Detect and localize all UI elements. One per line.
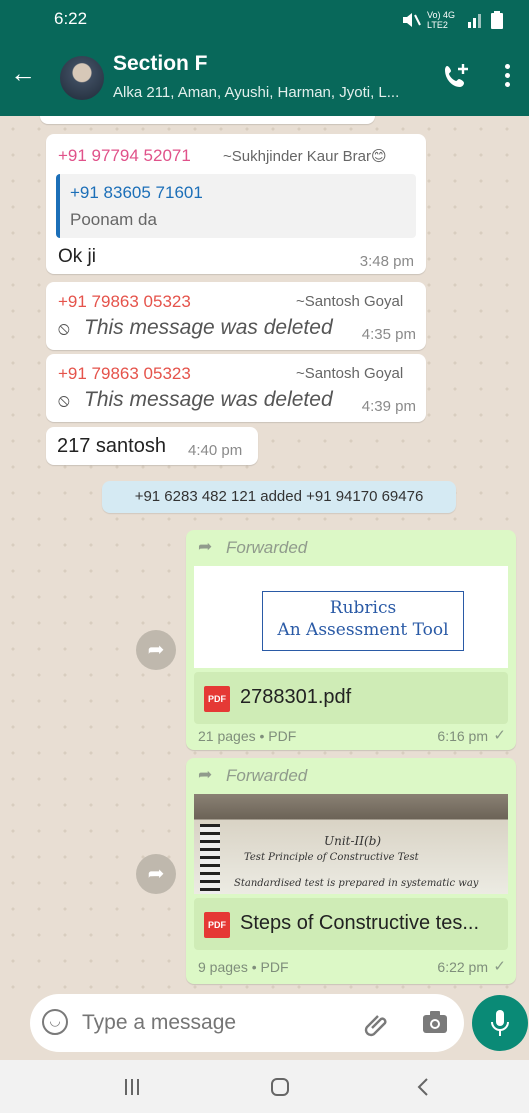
single-tick-icon: ✓ — [493, 958, 506, 975]
message-input[interactable] — [82, 1007, 332, 1039]
preview-heading: Unit-II(b) — [324, 834, 382, 848]
message-bubble[interactable]: +91 97794 52071 ~Sukhjinder Kaur Brar😊 +… — [46, 134, 426, 274]
deleted-icon: ⦸ — [58, 318, 70, 338]
deleted-message-text: This message was deleted — [84, 316, 333, 339]
quoted-message[interactable]: +91 83605 71601 Poonam da — [56, 174, 416, 238]
more-options-icon[interactable] — [505, 64, 511, 88]
preview-subtitle: An Assessment Tool — [277, 620, 449, 640]
notebook-spiral — [200, 824, 220, 894]
deleted-icon: ⦸ — [58, 390, 70, 410]
sender-number[interactable]: +91 79863 05323 — [58, 364, 191, 384]
group-participants[interactable]: Alka 211, Aman, Ayushi, Harman, Jyoti, L… — [113, 84, 399, 101]
sender-number[interactable]: +91 97794 52071 — [58, 146, 191, 166]
back-arrow-icon[interactable]: ← — [10, 60, 36, 86]
document-file-row[interactable]: PDF 2788301.pdf — [194, 672, 508, 724]
message-bubble[interactable]: 217 santosh 4:40 pm — [46, 427, 258, 465]
camera-icon[interactable] — [422, 1010, 448, 1034]
document-message[interactable]: ➦ Forwarded Unit-II(b) Test Principle of… — [186, 758, 516, 984]
single-tick-icon: ✓ — [493, 727, 506, 744]
document-preview[interactable]: Rubrics An Assessment Tool — [194, 566, 508, 668]
status-time: 6:22 — [54, 9, 88, 28]
partial-message — [40, 116, 375, 124]
document-info: 9 pages • PDF — [198, 959, 289, 975]
document-file-row[interactable]: PDF Steps of Constructive tes... — [194, 898, 508, 950]
back-icon[interactable] — [416, 1077, 430, 1097]
message-time: 6:22 pm — [437, 959, 488, 975]
system-nav-bar — [0, 1060, 529, 1113]
share-icon[interactable]: ➦ — [136, 630, 176, 670]
document-message[interactable]: ➦ Forwarded Rubrics An Assessment Tool P… — [186, 530, 516, 750]
sender-name: ~Sukhjinder Kaur Brar😊 — [223, 148, 387, 165]
group-avatar[interactable] — [60, 56, 104, 100]
message-time: 6:16 pm — [437, 728, 488, 744]
message-text: 217 santosh — [57, 435, 166, 457]
message-text: Ok ji — [58, 246, 96, 267]
group-title[interactable]: Section F — [113, 52, 208, 76]
pdf-icon: PDF — [204, 686, 230, 712]
quote-text: Poonam da — [70, 210, 157, 229]
status-bar: 6:22 Vo) 4G LTE2 — [0, 0, 529, 38]
preview-line-2: Standardised test is prepared in systema… — [234, 878, 479, 889]
forwarded-label: Forwarded — [226, 538, 308, 557]
battery-icon — [491, 11, 503, 29]
forwarded-icon: ➦ — [198, 765, 213, 784]
signal-icon — [468, 14, 481, 28]
system-message: +91 6283 482 121 added +91 94170 69476 — [102, 481, 456, 513]
document-filename: Steps of Constructive tes... — [240, 912, 479, 934]
sender-name: ~Santosh Goyal — [296, 365, 404, 382]
forwarded-icon: ➦ — [198, 537, 213, 556]
preview-frame: Rubrics An Assessment Tool — [262, 591, 464, 651]
mic-button[interactable] — [472, 995, 528, 1051]
status-icons: Vo) 4G LTE2 — [401, 10, 503, 30]
message-time: 3:48 pm — [359, 253, 414, 270]
attach-icon[interactable] — [364, 1010, 392, 1038]
mute-icon — [403, 13, 421, 27]
message-time: 4:40 pm — [188, 442, 243, 459]
emoji-icon[interactable]: ◡ — [42, 1009, 68, 1035]
message-composer: ◡ — [30, 994, 464, 1052]
pdf-icon: PDF — [204, 912, 230, 938]
chat-header: ← Section F Alka 211, Aman, Ayushi, Harm… — [0, 38, 529, 116]
preview-title: Rubrics — [329, 598, 397, 618]
quote-sender: +91 83605 71601 — [70, 183, 203, 202]
message-time: 4:39 pm — [361, 398, 416, 415]
document-filename: 2788301.pdf — [240, 686, 352, 708]
message-time: 4:35 pm — [361, 326, 416, 343]
preview-line-1: Test Principle of Constructive Test — [244, 852, 419, 863]
home-icon[interactable] — [270, 1077, 290, 1097]
system-message-text: +91 6283 482 121 added +91 94170 69476 — [134, 488, 424, 505]
document-info: 21 pages • PDF — [198, 728, 297, 744]
deleted-message-text: This message was deleted — [84, 388, 333, 411]
document-preview[interactable]: Unit-II(b) Test Principle of Constructiv… — [194, 794, 508, 894]
mic-icon — [491, 1010, 509, 1036]
message-bubble[interactable]: +91 79863 05323 ~Santosh Goyal ⦸ This me… — [46, 354, 426, 422]
forwarded-label: Forwarded — [226, 766, 308, 785]
sender-number[interactable]: +91 79863 05323 — [58, 292, 191, 312]
recent-apps-icon[interactable] — [124, 1078, 140, 1096]
network-label: Vo) 4G LTE2 — [427, 10, 456, 30]
sender-name: ~Santosh Goyal — [296, 293, 404, 310]
chat-area[interactable]: +91 97794 52071 ~Sukhjinder Kaur Brar😊 +… — [0, 116, 529, 992]
add-call-icon[interactable] — [441, 62, 471, 92]
message-bubble[interactable]: +91 79863 05323 ~Santosh Goyal ⦸ This me… — [46, 282, 426, 350]
share-icon[interactable]: ➦ — [136, 854, 176, 894]
